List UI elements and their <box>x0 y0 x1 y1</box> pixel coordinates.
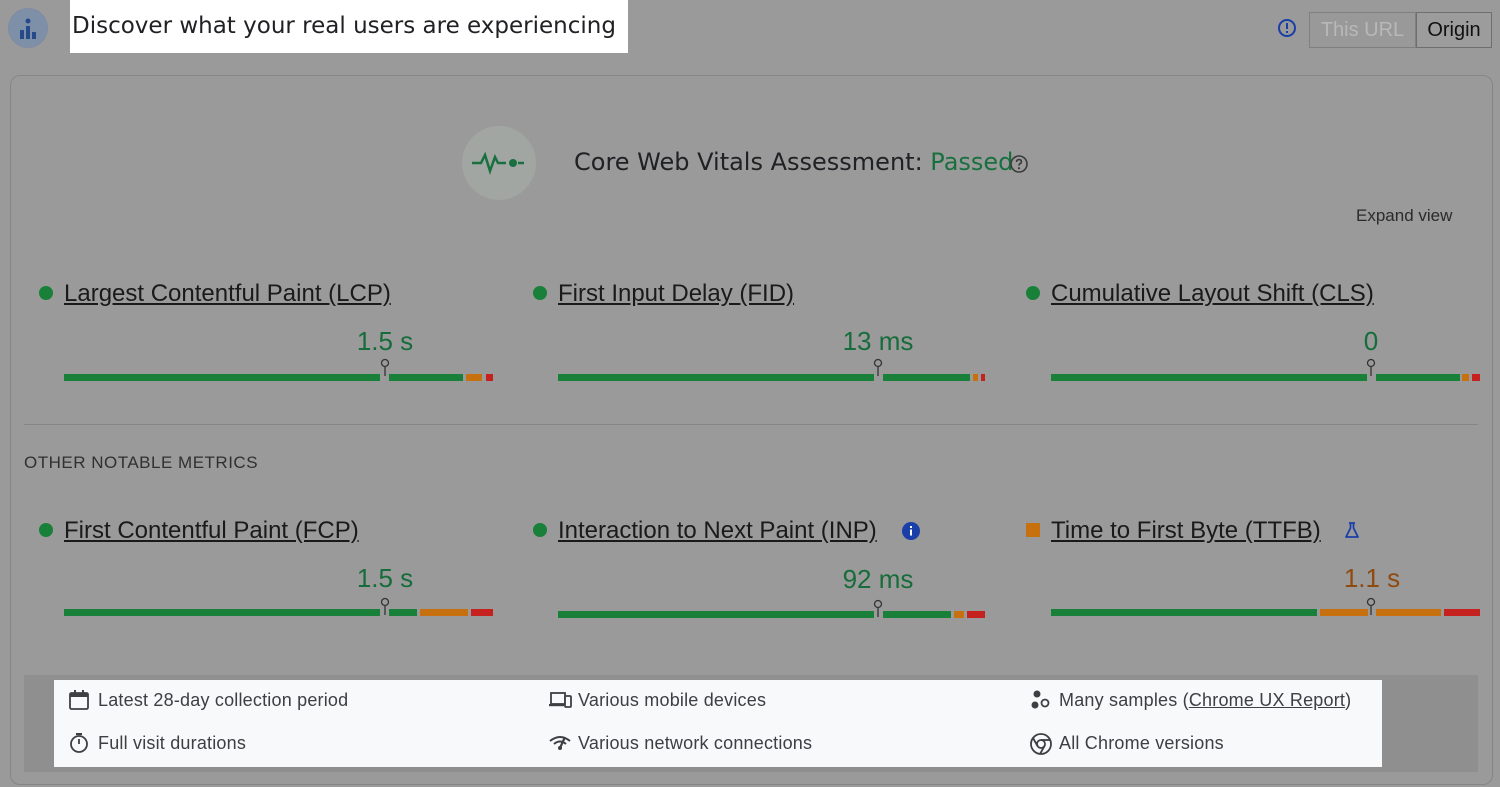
good-status-dot <box>39 286 53 300</box>
metric-ttfb-value: 1.1 s <box>1343 563 1401 593</box>
calendar-icon <box>69 690 89 710</box>
metric-ttfb-link[interactable]: Time to First Byte (TTFB) <box>1051 517 1321 545</box>
assessment-label: Core Web Vitals Assessment: <box>574 148 923 176</box>
metric-inp-value: 92 ms <box>842 564 914 594</box>
section-divider <box>24 424 1478 425</box>
metric-fcp: First Contentful Paint (FCP) 1.5 s <box>39 517 493 617</box>
samples-prefix: Many samples ( <box>1059 690 1189 710</box>
percentile-marker-icon <box>873 599 883 617</box>
needs-improvement-status-square <box>1026 523 1040 537</box>
metric-fid-value: 13 ms <box>842 326 914 356</box>
this-url-toggle[interactable]: This URL <box>1309 12 1416 48</box>
metric-cls-value: 0 <box>1363 326 1379 356</box>
percentile-marker-icon <box>873 358 883 376</box>
good-status-dot <box>39 523 53 537</box>
help-icon[interactable] <box>1009 154 1029 174</box>
metric-lcp: Largest Contentful Paint (LCP) 1.5 s <box>39 280 493 381</box>
metric-fid: First Input Delay (FID) 13 ms <box>533 280 985 381</box>
expand-view-button[interactable]: Expand view <box>1356 206 1452 226</box>
good-status-dot <box>533 286 547 300</box>
network-signal-icon <box>549 736 571 750</box>
metric-cls-link[interactable]: Cumulative Layout Shift (CLS) <box>1051 280 1374 308</box>
percentile-marker-icon <box>1366 597 1376 615</box>
samples-icon <box>1031 690 1050 709</box>
metric-fid-link[interactable]: First Input Delay (FID) <box>558 280 794 308</box>
pagespeed-logo <box>8 8 48 48</box>
percentile-marker-icon <box>380 358 390 376</box>
devices-icon <box>549 692 572 708</box>
metric-lcp-value: 1.5 s <box>356 326 414 356</box>
network-text: Various network connections <box>578 733 813 753</box>
good-status-dot <box>533 523 547 537</box>
samples-suffix: ) <box>1345 690 1352 710</box>
chrome-icon <box>1030 733 1052 755</box>
devices-text: Various mobile devices <box>578 690 767 710</box>
metric-fcp-link[interactable]: First Contentful Paint (FCP) <box>64 517 359 545</box>
chrome-versions-text: All Chrome versions <box>1059 733 1224 753</box>
metric-inp-link[interactable]: Interaction to Next Paint (INP) <box>558 517 877 545</box>
metric-ttfb: Time to First Byte (TTFB) 1.1 s <box>1026 517 1480 617</box>
percentile-marker-icon <box>380 597 390 615</box>
metric-inp: Interaction to Next Paint (INP) 92 ms <box>533 517 985 618</box>
visit-durations-text: Full visit durations <box>98 733 247 753</box>
other-metrics-heading: OTHER NOTABLE METRICS <box>24 453 259 472</box>
good-status-dot <box>1026 286 1040 300</box>
info-icon[interactable] <box>901 521 921 541</box>
metric-fcp-value: 1.5 s <box>356 563 414 593</box>
page-title: Discover what your real users are experi… <box>70 0 628 53</box>
metric-cls: Cumulative Layout Shift (CLS) 0 <box>1026 280 1480 381</box>
metric-lcp-link[interactable]: Largest Contentful Paint (LCP) <box>64 280 391 308</box>
chrome-ux-report-link[interactable]: Chrome UX Report <box>1189 690 1345 710</box>
core-web-vitals-badge <box>462 126 536 200</box>
data-source-footer: Latest 28-day collection period Various … <box>54 680 1382 767</box>
percentile-marker-icon <box>1366 358 1376 376</box>
assessment-status: Passed <box>930 148 1014 176</box>
assessment-heading: Core Web Vitals Assessment: Passed <box>574 148 1013 176</box>
origin-toggle[interactable]: Origin <box>1416 12 1492 48</box>
collection-period-text: Latest 28-day collection period <box>98 690 349 710</box>
vitals-pulse-icon <box>472 151 524 175</box>
stopwatch-icon <box>70 733 88 753</box>
experimental-flask-icon <box>1345 522 1359 538</box>
samples-text: Many samples (Chrome UX Report) <box>1059 690 1351 711</box>
info-icon[interactable] <box>1277 18 1297 38</box>
